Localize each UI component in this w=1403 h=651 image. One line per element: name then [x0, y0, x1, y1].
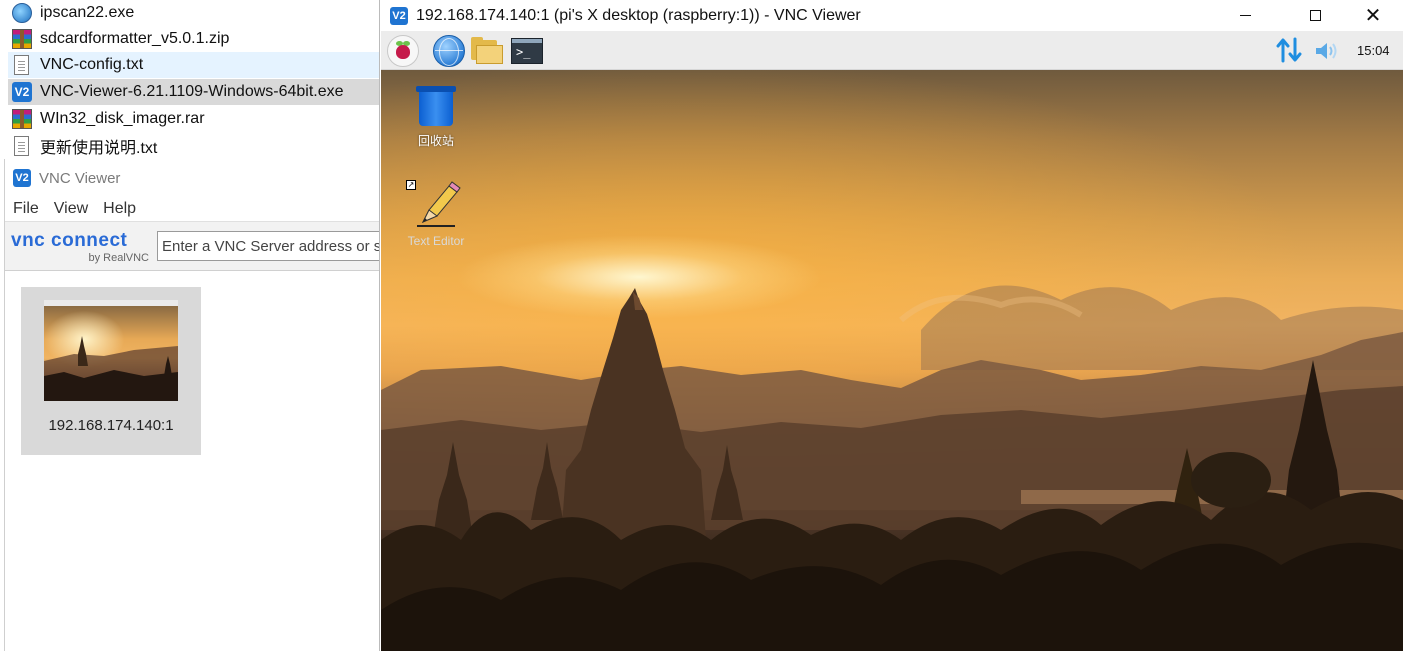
session-titlebar[interactable]: V2 192.168.174.140:1 (pi's X desktop (ra… [380, 0, 1403, 31]
vnc-viewer-icon: V2 [390, 6, 408, 25]
file-item-sdcardformatter[interactable]: sdcardformatter_v5.0.1.zip [8, 26, 380, 52]
minimize-button[interactable] [1222, 0, 1268, 31]
vnc-connect-logo: vnc connect by RealVNC [11, 226, 151, 266]
close-button[interactable]: ✕ [1350, 0, 1396, 31]
window-title: VNC Viewer [39, 169, 121, 187]
pencil-icon [417, 181, 461, 227]
maximize-button[interactable] [1292, 0, 1338, 31]
terminal-prompt-icon: >_ [516, 45, 531, 59]
file-item-vnc-config[interactable]: VNC-config.txt [8, 52, 380, 78]
folder-front [476, 45, 503, 64]
volume-icon[interactable] [1313, 39, 1341, 63]
menu-view[interactable]: View [54, 200, 88, 218]
panel-clock[interactable]: 15:04 [1357, 43, 1390, 58]
text-editor-icon: ↗ [406, 180, 461, 230]
brand-name: vnc connect [11, 230, 128, 251]
file-name: sdcardformatter_v5.0.1.zip [40, 30, 230, 47]
winrar-archive-icon [12, 29, 32, 49]
raspberry-pi-taskbar: >_ 15:04 [381, 31, 1403, 70]
file-name: WIn32_disk_imager.rar [40, 110, 205, 127]
thumbnail-scene [44, 306, 178, 401]
maximize-icon [1309, 10, 1321, 21]
vnc-toolbar: vnc connect by RealVNC [5, 221, 387, 271]
menu-help[interactable]: Help [103, 200, 136, 218]
shortcut-arrow-icon: ↗ [406, 180, 416, 190]
brand-sub: by RealVNC [88, 252, 149, 264]
vnc-viewer-icon: V2 [13, 169, 31, 187]
file-item-ipscan[interactable]: ipscan22.exe [8, 0, 380, 26]
file-item-vnc-viewer-installer[interactable]: V2 VNC-Viewer-6.21.1109-Windows-64bit.ex… [8, 79, 380, 105]
ipscan-icon [12, 3, 32, 23]
terminal-icon[interactable]: >_ [511, 38, 543, 64]
winrar-archive-icon [12, 109, 32, 129]
file-name: ipscan22.exe [40, 4, 135, 21]
file-item-win32-disk-imager[interactable]: WIn32_disk_imager.rar [8, 106, 380, 132]
file-name: VNC-Viewer-6.21.1109-Windows-64bit.exe [40, 83, 344, 100]
connection-thumbnail [44, 300, 178, 401]
text-file-icon [14, 136, 29, 156]
session-title: 192.168.174.140:1 (pi's X desktop (raspb… [416, 6, 861, 24]
menu-file[interactable]: File [13, 200, 39, 218]
minimize-icon [1239, 15, 1251, 16]
text-file-icon [14, 55, 29, 75]
file-manager-icon[interactable] [471, 35, 503, 67]
trash-icon [414, 84, 458, 128]
vnc-viewer-icon: V2 [12, 82, 32, 102]
desktop-wallpaper [381, 285, 1403, 651]
vnc-viewer-titlebar[interactable]: V2 VNC Viewer [5, 159, 380, 197]
file-name: 更新使用说明.txt [40, 140, 158, 157]
trash-bin [419, 92, 453, 126]
server-address-input[interactable] [157, 231, 387, 261]
connection-card[interactable]: 192.168.174.140:1 [21, 287, 201, 455]
vnc-viewer-window: V2 VNC Viewer File View Help vnc connect… [4, 159, 387, 651]
network-transfer-icon[interactable] [1275, 35, 1303, 65]
close-icon: ✕ [1364, 4, 1382, 27]
desktop-icon-text-editor[interactable]: ↗ Text Editor [396, 180, 476, 248]
menu-bar: File View Help [5, 197, 380, 221]
desktop-icon-label: Text Editor [407, 234, 465, 248]
desktop-icon-trash[interactable]: 回收站 [396, 84, 476, 149]
connection-label: 192.168.174.140:1 [48, 417, 174, 434]
file-item-update-notes[interactable]: 更新使用说明.txt [8, 133, 380, 159]
file-name: VNC-config.txt [40, 56, 144, 73]
explorer-file-list: ipscan22.exe sdcardformatter_v5.0.1.zip … [0, 0, 380, 160]
vnc-session-window: V2 192.168.174.140:1 (pi's X desktop (ra… [379, 0, 1403, 651]
web-browser-icon[interactable] [433, 35, 465, 67]
desktop-icon-label: 回收站 [417, 134, 454, 148]
raspberry-icon [396, 45, 410, 59]
remote-desktop[interactable]: 回收站 ↗ Text Editor [381, 70, 1403, 651]
raspberry-menu-button[interactable] [387, 35, 419, 67]
